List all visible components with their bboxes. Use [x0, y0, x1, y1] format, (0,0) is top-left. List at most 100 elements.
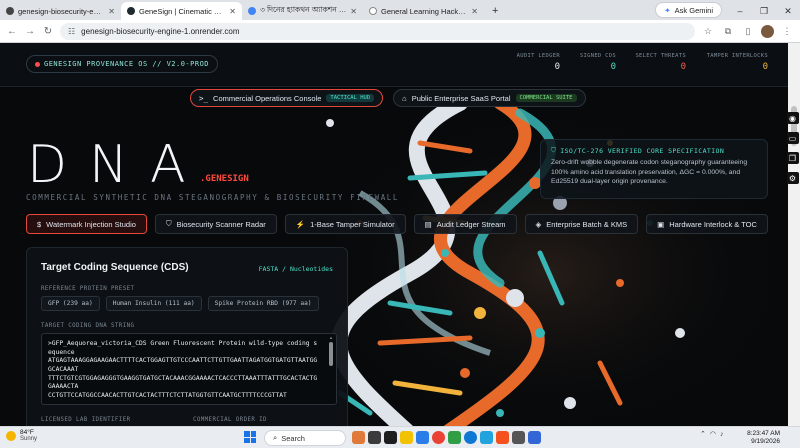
wifi-icon[interactable]: ◠ [710, 430, 716, 438]
textarea-scrollbar[interactable]: ▲ [328, 335, 334, 403]
mode-switch: >_ Commercial Operations Console TACTICA… [190, 89, 586, 107]
window-icon[interactable]: ❐ [786, 152, 799, 164]
mode-commercial-operations-console[interactable]: >_ Commercial Operations Console TACTICA… [190, 89, 384, 107]
preset-insulin-button[interactable]: Human Insulin (111 aa) [105, 296, 202, 311]
order-id-label: COMMERCIAL ORDER ID [193, 417, 267, 423]
tab-biosecurity-scanner-radar[interactable]: ⛉ Biosecurity Scanner Radar [154, 214, 277, 234]
cube-icon: ◈ [535, 219, 542, 229]
tab-tamper-simulator[interactable]: ⚡ 1-Base Tamper Simulator [284, 214, 406, 234]
maximize-icon[interactable]: ❐ [752, 2, 776, 20]
tab-label: Audit Ledger Stream [436, 219, 506, 229]
tab-favicon-icon [6, 7, 14, 15]
weather-widget[interactable]: 84°F Sunny [6, 429, 37, 442]
terminal-app-icon[interactable] [384, 431, 397, 444]
browser-tab-active[interactable]: GeneSign | Cinematic 3D Synth ✕ [121, 2, 242, 20]
scroll-up-icon[interactable]: ▲ [328, 335, 334, 340]
task-view-icon[interactable] [368, 431, 381, 444]
hero-title: DNA [27, 135, 208, 195]
forward-icon[interactable]: → [24, 26, 36, 37]
app-icon[interactable] [448, 431, 461, 444]
ledger-icon: ▤ [424, 219, 432, 229]
sidebar-icon[interactable]: ▯ [741, 26, 755, 37]
preset-gfp-button[interactable]: GFP (239 aa) [41, 296, 100, 311]
tab-watermark-injection-studio[interactable]: $ Watermark Injection Studio [26, 214, 147, 234]
file-explorer-icon[interactable] [400, 431, 413, 444]
store-icon[interactable] [416, 431, 429, 444]
mode-public-enterprise-saas-portal[interactable]: ⌂ Public Enterprise SaaS Portal COMMERCI… [393, 89, 586, 107]
tab-enterprise-batch-kms[interactable]: ◈ Enterprise Batch & KMS [524, 214, 639, 234]
edge-icon[interactable] [464, 431, 477, 444]
stat-value: 0 [680, 62, 686, 72]
tool-tabs: $ Watermark Injection Studio ⛉ Biosecuri… [26, 214, 768, 234]
tab-favicon-icon [369, 7, 377, 15]
close-icon[interactable]: ✕ [350, 7, 357, 16]
ask-gemini-button[interactable]: ✦ Ask Gemini [655, 2, 722, 18]
browser-tab[interactable]: General Learning Hacks: Acceler ✕ [363, 2, 484, 20]
spec-body: Zero-drift wobble degenerate codon stega… [551, 159, 748, 186]
scroll-thumb[interactable] [329, 342, 333, 366]
terminal-icon: >_ [199, 93, 209, 103]
browser-tab[interactable]: genesign-biosecurity-engine-1 ✕ [0, 2, 121, 20]
stat-label: SELECT THREATS [635, 53, 686, 59]
window-close-icon[interactable]: ✕ [776, 2, 800, 20]
site-info-icon[interactable]: ☷ [68, 27, 75, 36]
app-icon[interactable] [528, 431, 541, 444]
clock[interactable]: 8:23:47 AM 9/19/2026 [736, 430, 780, 447]
stat-value: 0 [762, 62, 768, 72]
stat-label: TAMPER INTERLOCKS [706, 53, 768, 59]
stat-label: SIGNED CDS [579, 53, 616, 59]
ask-gemini-label: Ask Gemini [674, 5, 713, 15]
app-icon[interactable] [512, 431, 525, 444]
lightning-icon: ⚡ [295, 219, 306, 229]
stat-value: 0 [610, 62, 616, 72]
windows-start-icon[interactable] [244, 431, 256, 443]
stat-tamper-interlocks: TAMPER INTERLOCKS 0 [696, 53, 768, 72]
tab-title: General Learning Hacks: Acceler [381, 6, 467, 16]
preset-spike-rbd-button[interactable]: Spike Protein RBD (977 aa) [207, 296, 319, 311]
back-icon[interactable]: ← [6, 26, 18, 37]
taskbar-search[interactable]: ⌕ Search [264, 430, 346, 446]
close-icon[interactable]: ✕ [229, 7, 236, 16]
chevron-up-icon[interactable]: ⌃ [700, 430, 706, 438]
dna-string-label: TARGET CODING DNA STRING [41, 323, 135, 329]
brand-badge[interactable]: GENESIGN PROVENANCE OS // V2.0-PROD [26, 55, 219, 73]
new-tab-button[interactable]: + [484, 2, 506, 20]
panel-title: Target Coding Sequence (CDS) [41, 262, 189, 273]
preset-list: GFP (239 aa) Human Insulin (111 aa) Spik… [41, 296, 319, 311]
page-scrollbar[interactable] [788, 43, 800, 426]
tab-hardware-interlock-toc[interactable]: ▣ Hardware Interlock & TOC [646, 214, 768, 234]
profile-avatar[interactable] [761, 24, 774, 38]
chrome-icon[interactable] [432, 431, 445, 444]
dna-sequence-textarea[interactable]: >GFP_Aequorea_victoria_CDS Green Fluores… [41, 333, 337, 405]
brand-label: GENESIGN PROVENANCE OS // V2.0-PROD [44, 60, 210, 68]
cast-icon[interactable]: ▭ [786, 132, 799, 144]
reload-icon[interactable]: ↻ [42, 26, 54, 37]
format-label: FASTA / Nucleotides [258, 265, 333, 273]
volume-icon[interactable]: ♪ [720, 431, 724, 438]
tab-label: 1-Base Tamper Simulator [310, 219, 395, 229]
bookmark-star-icon[interactable]: ☆ [701, 26, 715, 37]
stat-label: AUDIT LEDGER [516, 53, 560, 59]
time: 8:23:47 AM [747, 430, 780, 437]
vscode-icon[interactable] [480, 431, 493, 444]
os-taskbar: 84°F Sunny ⌕ Search ⌃ ◠ ♪ 8:23:47 AM 9/1… [0, 426, 800, 448]
taskbar-app-icon[interactable] [352, 431, 365, 444]
app-icon[interactable] [496, 431, 509, 444]
tab-title: ৩ দিনের হ্যাকথন অ্যাকশন প্ল্যান [260, 5, 347, 14]
extensions-icon[interactable]: ⧉ [721, 26, 735, 37]
hero-subtitle: COMMERCIAL SYNTHETIC DNA STEGANOGRAPHY &… [26, 193, 400, 202]
close-icon[interactable]: ✕ [108, 7, 115, 16]
tab-label: Hardware Interlock & TOC [669, 219, 757, 229]
browser-tab[interactable]: ৩ দিনের হ্যাকথন অ্যাকশন প্ল্যান ✕ [242, 2, 363, 20]
tab-label: Biosecurity Scanner Radar [176, 219, 266, 229]
tab-title: GeneSign | Cinematic 3D Synth [139, 6, 225, 16]
minimize-icon[interactable]: – [728, 2, 752, 20]
settings-gear-icon[interactable]: ⚙ [786, 172, 799, 184]
camera-icon[interactable]: ◉ [786, 112, 799, 124]
url-input[interactable]: ☷ genesign-biosecurity-engine-1.onrender… [60, 22, 695, 40]
mode-tag: TACTICAL HUD [326, 94, 375, 102]
menu-kebab-icon[interactable]: ⋮ [780, 26, 794, 37]
tab-title: genesign-biosecurity-engine-1 [18, 6, 104, 16]
tab-audit-ledger-stream[interactable]: ▤ Audit Ledger Stream [413, 214, 517, 234]
close-icon[interactable]: ✕ [471, 7, 478, 16]
